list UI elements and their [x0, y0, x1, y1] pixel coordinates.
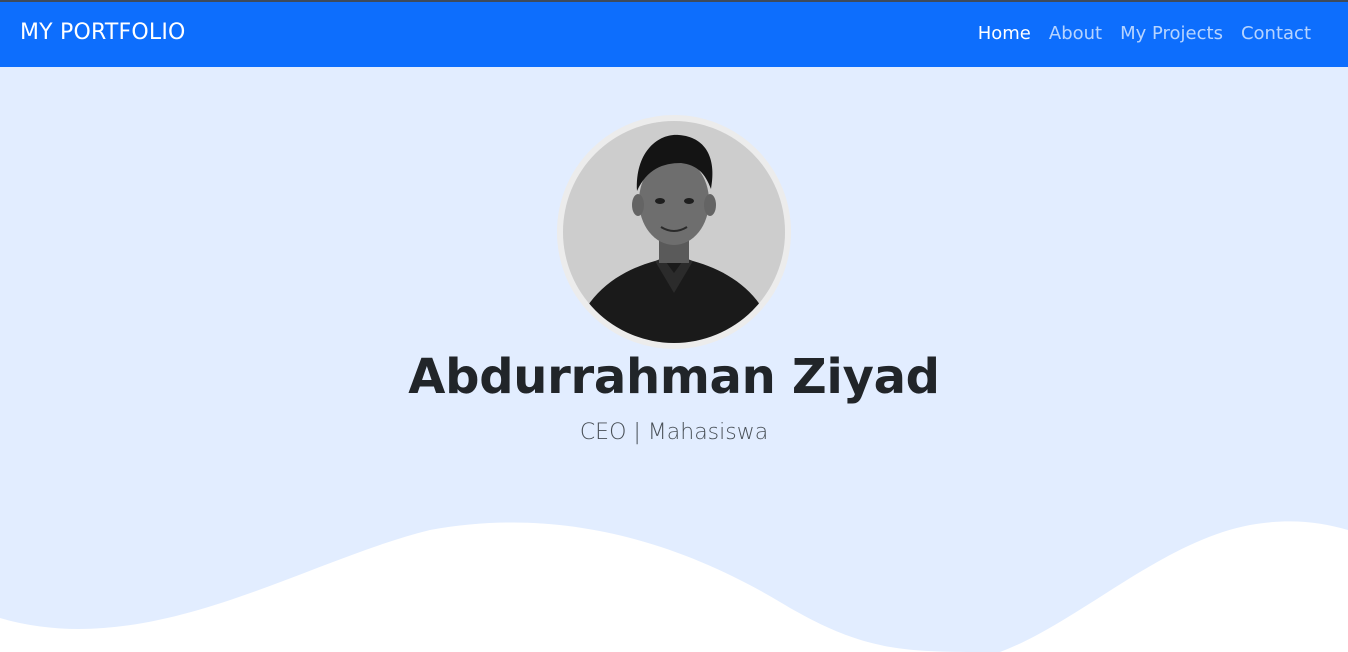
- nav-links: Home About My Projects Contact: [969, 23, 1320, 44]
- nav-link-contact[interactable]: Contact: [1232, 23, 1320, 44]
- wave-divider: [0, 521, 1348, 652]
- profile-photo: [557, 115, 791, 349]
- brand-link[interactable]: MY PORTFOLIO: [20, 20, 186, 45]
- person-portrait-icon: [563, 121, 785, 343]
- nav-link-my-projects[interactable]: My Projects: [1111, 23, 1232, 44]
- profile-name: Abdurrahman Ziyad: [408, 349, 940, 405]
- profile-tagline: CEO | Mahasiswa: [579, 420, 769, 445]
- nav-link-about[interactable]: About: [1040, 23, 1111, 44]
- nav-link-home[interactable]: Home: [969, 23, 1040, 44]
- navbar: MY PORTFOLIO Home About My Projects Cont…: [0, 0, 1348, 67]
- hero-section: Abdurrahman Ziyad CEO | Mahasiswa: [0, 67, 1348, 652]
